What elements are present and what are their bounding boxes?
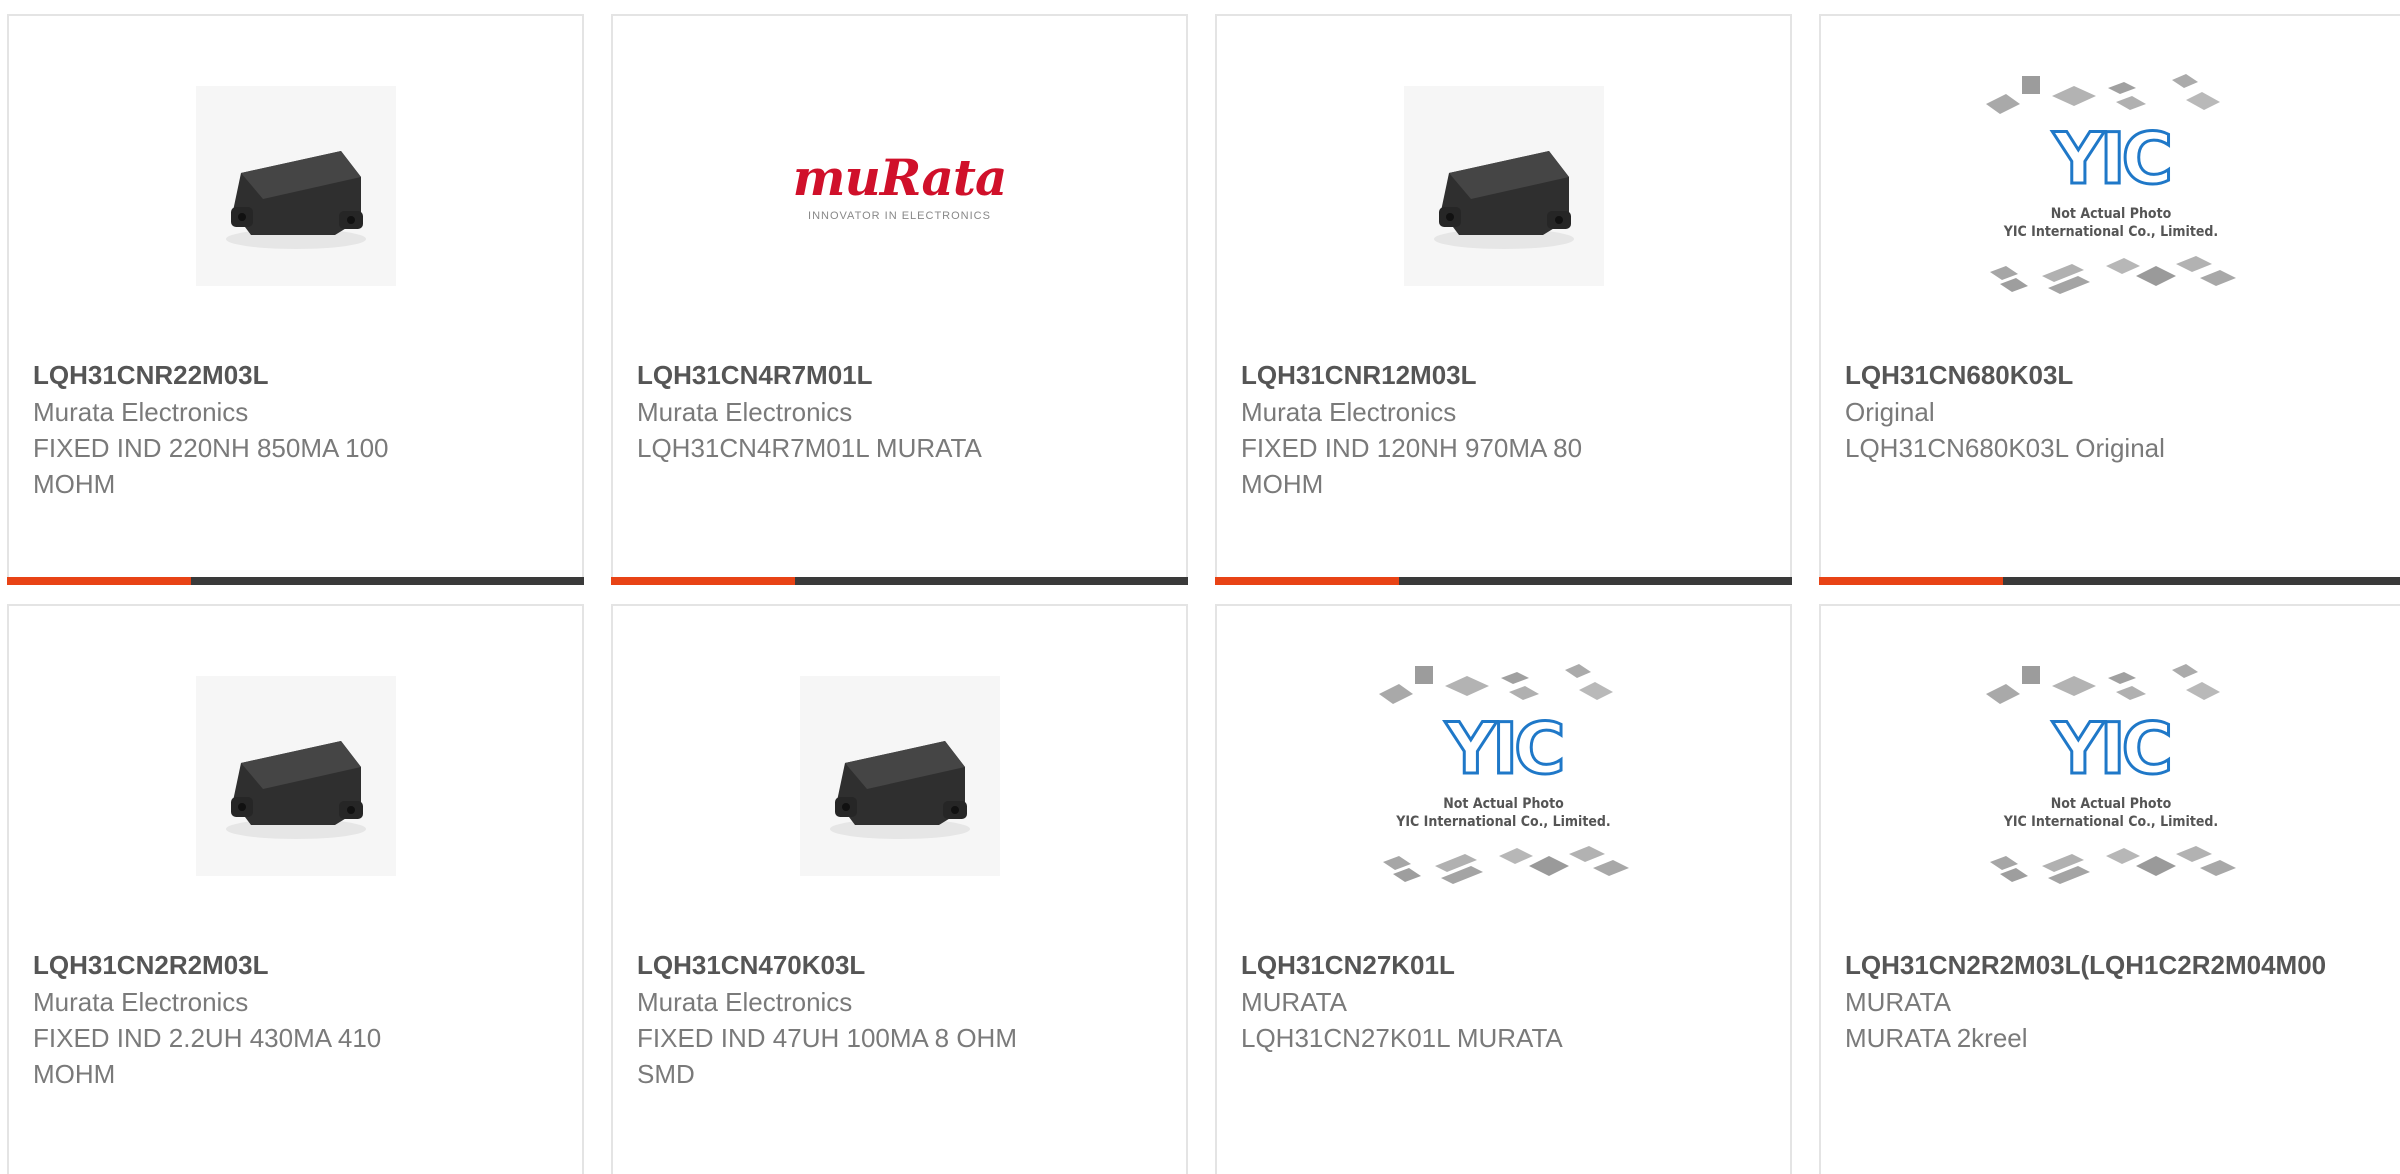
product-info: LQH31CN4R7M01L Murata Electronics LQH31C… bbox=[637, 356, 1162, 466]
product-card[interactable]: LQH31CNR22M03L Murata Electronics FIXED … bbox=[7, 14, 584, 585]
product-image[interactable] bbox=[1369, 81, 1639, 291]
part-number-link[interactable]: LQH31CN680K03L bbox=[1845, 356, 2376, 394]
product-image[interactable] bbox=[765, 671, 1035, 881]
product-image[interactable]: YIC Not Actual Photo YIC International C… bbox=[1976, 74, 2246, 294]
description: FIXED IND 2.2UH 430MA 410 MOHM bbox=[33, 1023, 382, 1089]
product-image[interactable]: YIC Not Actual Photo YIC International C… bbox=[1369, 664, 1639, 884]
inductor-photo bbox=[195, 86, 396, 286]
description: LQH31CN4R7M01L MURATA bbox=[637, 433, 982, 463]
product-image[interactable]: muRata INNOVATOR IN ELECTRONICS bbox=[765, 81, 1035, 291]
product-card[interactable]: YIC Not Actual Photo YIC International C… bbox=[1215, 604, 1792, 1174]
part-number-link[interactable]: LQH31CN27K01L bbox=[1241, 946, 1766, 984]
description: FIXED IND 47UH 100MA 8 OHM SMD bbox=[637, 1023, 1017, 1089]
product-info: LQH31CNR22M03L Murata Electronics FIXED … bbox=[33, 356, 558, 502]
card-accent bbox=[1819, 577, 2003, 585]
description: MURATA 2kreel bbox=[1845, 1023, 2028, 1053]
part-number-link[interactable]: LQH31CN470K03L bbox=[637, 946, 1162, 984]
product-card[interactable]: muRata INNOVATOR IN ELECTRONICS LQH31CN4… bbox=[611, 14, 1188, 585]
part-number-link[interactable]: LQH31CN4R7M01L bbox=[637, 356, 1162, 394]
product-grid: LQH31CNR22M03L Murata Electronics FIXED … bbox=[0, 0, 2400, 1174]
product-card[interactable]: LQH31CN2R2M03L Murata Electronics FIXED … bbox=[7, 604, 584, 1174]
part-number-link[interactable]: LQH31CNR12M03L bbox=[1241, 356, 1766, 394]
description: FIXED IND 120NH 970MA 80 MOHM bbox=[1241, 433, 1583, 499]
product-card[interactable]: LQH31CN470K03L Murata Electronics FIXED … bbox=[611, 604, 1188, 1174]
yic-note-line2: YIC International Co., Limited. bbox=[2003, 814, 2219, 830]
card-bottom-bar bbox=[1819, 577, 2400, 585]
yic-note-line2: YIC International Co., Limited. bbox=[1396, 814, 1611, 830]
product-info: LQH31CN680K03L Original LQH31CN680K03L O… bbox=[1845, 356, 2376, 466]
yic-logo: YIC bbox=[2051, 118, 2174, 200]
inductor-icon bbox=[225, 741, 366, 839]
yic-placeholder: YIC Not Actual Photo YIC International C… bbox=[1976, 656, 2246, 896]
description: LQH31CN680K03L Original bbox=[1845, 433, 2165, 463]
description: FIXED IND 220NH 850MA 100 MOHM bbox=[33, 433, 389, 499]
yic-placeholder: YIC Not Actual Photo YIC International C… bbox=[1369, 656, 1639, 896]
product-info: LQH31CNR12M03L Murata Electronics FIXED … bbox=[1241, 356, 1766, 502]
inductor-photo bbox=[799, 676, 1000, 876]
card-accent bbox=[7, 577, 191, 585]
manufacturer: Murata Electronics bbox=[33, 987, 249, 1017]
yic-note-line2: YIC International Co., Limited. bbox=[2003, 224, 2219, 240]
manufacturer: MURATA bbox=[1241, 987, 1347, 1017]
product-info: LQH31CN27K01L MURATA LQH31CN27K01L MURAT… bbox=[1241, 946, 1766, 1056]
card-bottom-bar bbox=[7, 577, 584, 585]
card-bottom-bar bbox=[1215, 577, 1792, 585]
yic-logo: YIC bbox=[2051, 708, 2174, 790]
yic-note-line1: Not Actual Photo bbox=[2050, 796, 2172, 812]
inductor-photo bbox=[195, 676, 396, 876]
manufacturer: Murata Electronics bbox=[33, 397, 249, 427]
description: LQH31CN27K01L MURATA bbox=[1241, 1023, 1563, 1053]
murata-logo: muRata INNOVATOR IN ELECTRONICS bbox=[792, 148, 1008, 223]
card-bottom-bar bbox=[611, 577, 1188, 585]
part-number-link[interactable]: LQH31CNR22M03L bbox=[33, 356, 558, 394]
product-info: LQH31CN470K03L Murata Electronics FIXED … bbox=[637, 946, 1162, 1092]
manufacturer: Murata Electronics bbox=[1241, 397, 1457, 427]
manufacturer: Original bbox=[1845, 397, 1935, 427]
manufacturer: Murata Electronics bbox=[637, 397, 853, 427]
part-number-link[interactable]: LQH31CN2R2M03L bbox=[33, 946, 558, 984]
product-info: LQH31CN2R2M03L Murata Electronics FIXED … bbox=[33, 946, 558, 1092]
card-accent bbox=[611, 577, 795, 585]
murata-logo-tagline: INNOVATOR IN ELECTRONICS bbox=[808, 210, 991, 222]
manufacturer: MURATA bbox=[1845, 987, 1951, 1017]
inductor-icon bbox=[1433, 151, 1574, 249]
yic-placeholder: YIC Not Actual Photo YIC International C… bbox=[1976, 66, 2246, 306]
yic-note-line1: Not Actual Photo bbox=[1443, 796, 1564, 812]
part-number-link[interactable]: LQH31CN2R2M03L(LQH1C2R2M04M00 bbox=[1845, 946, 2376, 984]
product-image[interactable] bbox=[161, 671, 431, 881]
inductor-photo bbox=[1403, 86, 1604, 286]
inductor-icon bbox=[829, 741, 970, 839]
product-image[interactable]: YIC Not Actual Photo YIC International C… bbox=[1976, 664, 2246, 884]
manufacturer: Murata Electronics bbox=[637, 987, 853, 1017]
card-accent bbox=[1215, 577, 1399, 585]
inductor-icon bbox=[225, 151, 366, 249]
product-image[interactable] bbox=[161, 81, 431, 291]
product-card[interactable]: LQH31CNR12M03L Murata Electronics FIXED … bbox=[1215, 14, 1792, 585]
yic-note-line1: Not Actual Photo bbox=[2050, 206, 2172, 222]
yic-logo: YIC bbox=[1444, 708, 1567, 790]
product-info: LQH31CN2R2M03L(LQH1C2R2M04M00 MURATA MUR… bbox=[1845, 946, 2376, 1056]
murata-logo-text: muRata bbox=[792, 148, 1008, 207]
product-card[interactable]: YIC Not Actual Photo YIC International C… bbox=[1819, 14, 2400, 585]
product-card[interactable]: YIC Not Actual Photo YIC International C… bbox=[1819, 604, 2400, 1174]
